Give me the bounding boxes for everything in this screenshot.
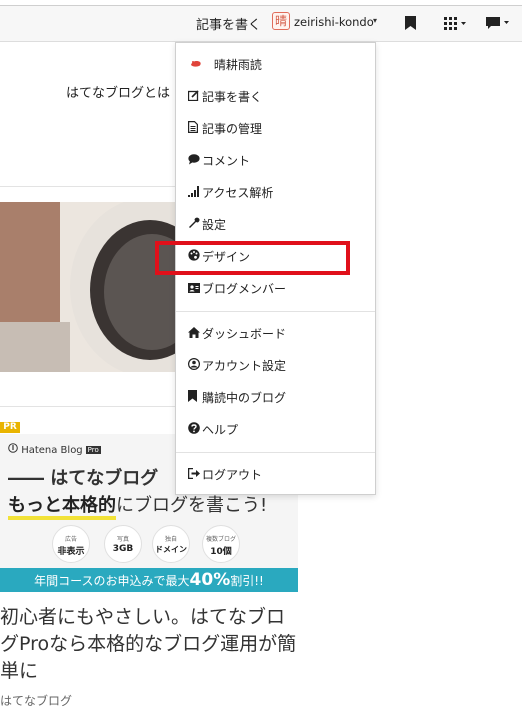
feature-large: ドメイン (155, 545, 187, 554)
menu-item-label: ブログメンバー (202, 282, 287, 296)
feature-photo: 写真 3GB (104, 525, 142, 563)
document-icon (188, 120, 202, 140)
pr-badge: PR (0, 422, 20, 433)
grid-icon[interactable] (444, 15, 466, 34)
comment-icon (188, 152, 202, 172)
menu-item-dashboard[interactable]: ダッシュボード (188, 324, 286, 344)
about-hatena-blog-link[interactable]: はてなブログとは (66, 82, 170, 101)
menu-item-label: 晴耕雨読 (213, 58, 262, 72)
band-percent: 40% (189, 570, 231, 590)
menu-item-label: 記事の管理 (202, 122, 263, 136)
feature-large: 3GB (112, 544, 134, 554)
ad-caption-link[interactable]: 初心者にもやさしい。はてなブログProなら本格的なブログ運用が簡単に (0, 604, 300, 685)
menu-item-manage-posts[interactable]: 記事の管理 (188, 119, 262, 139)
feature-large: 10個 (210, 547, 232, 557)
menu-item-settings[interactable]: 設定 (188, 215, 226, 235)
ad-headline: ―― はてなブログ (8, 468, 159, 489)
menu-divider (176, 452, 375, 453)
edit-icon (187, 88, 202, 108)
feature-small: 複数ブログ (205, 536, 236, 543)
menu-item-help[interactable]: ヘルプ (188, 420, 238, 440)
menu-item-analytics[interactable]: アクセス解析 (188, 183, 273, 203)
top-navigation-bar: 記事を書く 晴 zeirishi-kondo ▾ (0, 0, 522, 42)
chat-icon[interactable] (486, 15, 510, 34)
menu-item-label: アカウント設定 (202, 359, 287, 373)
signal-icon (188, 184, 202, 204)
feature-large: 非表示 (57, 547, 85, 557)
article-thumbnail[interactable] (0, 202, 178, 372)
logout-icon (187, 466, 202, 486)
feature-small: 独自 (164, 536, 177, 543)
menu-item-label: ダッシュボード (202, 327, 287, 341)
user-circle-icon (187, 357, 202, 377)
menu-divider (176, 311, 375, 312)
discount-banner: 年間コースのお申込みで最大40%割引!! (0, 568, 298, 592)
ad-source: はてなブログ (0, 694, 73, 708)
feature-small: 写真 (116, 536, 129, 543)
menu-item-subscribed-blogs[interactable]: 購読中のブログ (188, 388, 286, 408)
chevron-down-icon[interactable]: ▾ (373, 16, 377, 25)
menu-item-blog[interactable]: 晴耕雨読 (190, 55, 262, 75)
menu-item-blog-members[interactable]: ブログメンバー (188, 279, 286, 299)
home-icon (188, 325, 202, 345)
menu-item-label: 購読中のブログ (202, 391, 287, 405)
band-prefix: 年間コースのお申込みで最大 (34, 574, 190, 588)
bookmark-icon (188, 389, 202, 409)
ad-subline-rest: にブログを書こう! (116, 495, 268, 516)
menu-item-label: コメント (202, 154, 251, 168)
bookmark-icon[interactable] (405, 15, 416, 34)
menu-item-label: ログアウト (202, 468, 263, 482)
menu-item-label: ヘルプ (202, 423, 239, 437)
menu-item-label: アクセス解析 (202, 186, 274, 200)
feature-no-ads: 広告 非表示 (52, 525, 90, 563)
blog-icon (190, 56, 204, 76)
menu-item-write[interactable]: 記事を書く (187, 87, 263, 108)
top-divider (0, 0, 522, 6)
feature-multiblog: 複数ブログ 10個 (202, 525, 240, 563)
write-post-link[interactable]: 記事を書く (196, 14, 261, 33)
band-suffix: 割引!! (230, 574, 264, 588)
hatena-blog-logo: Hatena Blog Pro (8, 443, 101, 456)
menu-item-comments[interactable]: コメント (188, 151, 250, 171)
username-menu[interactable]: zeirishi-kondo (294, 15, 374, 29)
menu-item-logout[interactable]: ログアウト (187, 465, 263, 486)
design-highlight-box (155, 241, 350, 275)
hatena-logo-icon (8, 443, 21, 456)
wrench-icon (188, 216, 202, 236)
menu-item-label: 設定 (202, 218, 227, 232)
question-icon (188, 421, 202, 441)
pro-label: Pro (85, 446, 101, 454)
feature-small: 広告 (64, 536, 77, 543)
user-avatar[interactable]: 晴 (272, 12, 290, 30)
feature-domain: 独自 ドメイン (152, 525, 190, 563)
menu-item-label: 記事を書く (202, 90, 263, 104)
logo-text: Hatena Blog (21, 445, 83, 456)
menu-item-account-settings[interactable]: アカウント設定 (187, 356, 287, 377)
ad-subline-bold: もっと本格的 (8, 495, 116, 520)
members-icon (188, 280, 202, 300)
